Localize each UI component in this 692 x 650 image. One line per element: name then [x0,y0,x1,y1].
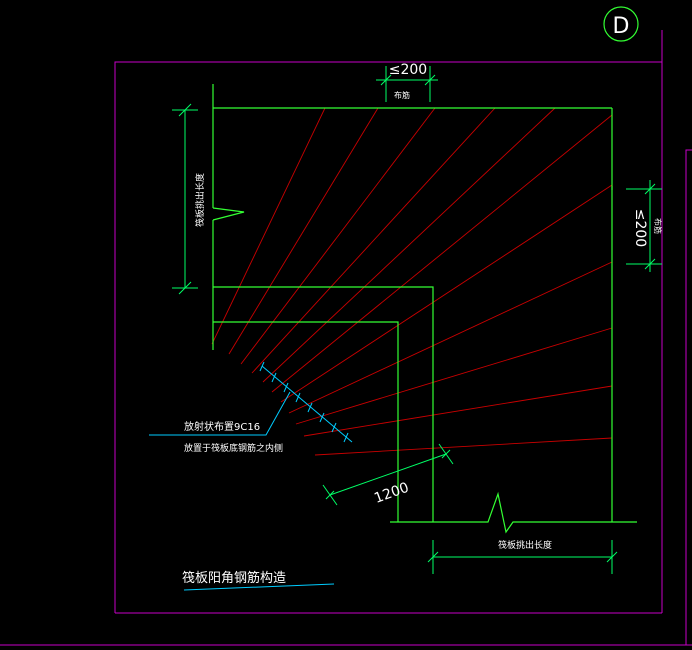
top-spacing-sub: 布筋 [394,90,410,100]
left-extension-label: 筏板挑出长度 [194,173,206,227]
annotation-line2: 放置于筏板底钢筋之内侧 [184,442,283,454]
drawing-background [0,0,692,650]
right-spacing-sub: 布筋 [653,218,663,234]
drawing-title: 筏板阳角钢筋构造 [182,570,286,586]
top-spacing-label: ≤200 [389,62,427,78]
bottom-extension-label: 筏板挑出长度 [498,539,552,551]
annotation-line1: 放射状布置9C16 [184,420,260,433]
grid-bubble-label: D [613,14,630,39]
cad-drawing: D 筏板挑出长度 ≤200 布筋 ≤200 布筋 1200 筏板挑出长度 放射状… [0,0,692,650]
right-spacing-label: ≤200 [632,209,648,247]
